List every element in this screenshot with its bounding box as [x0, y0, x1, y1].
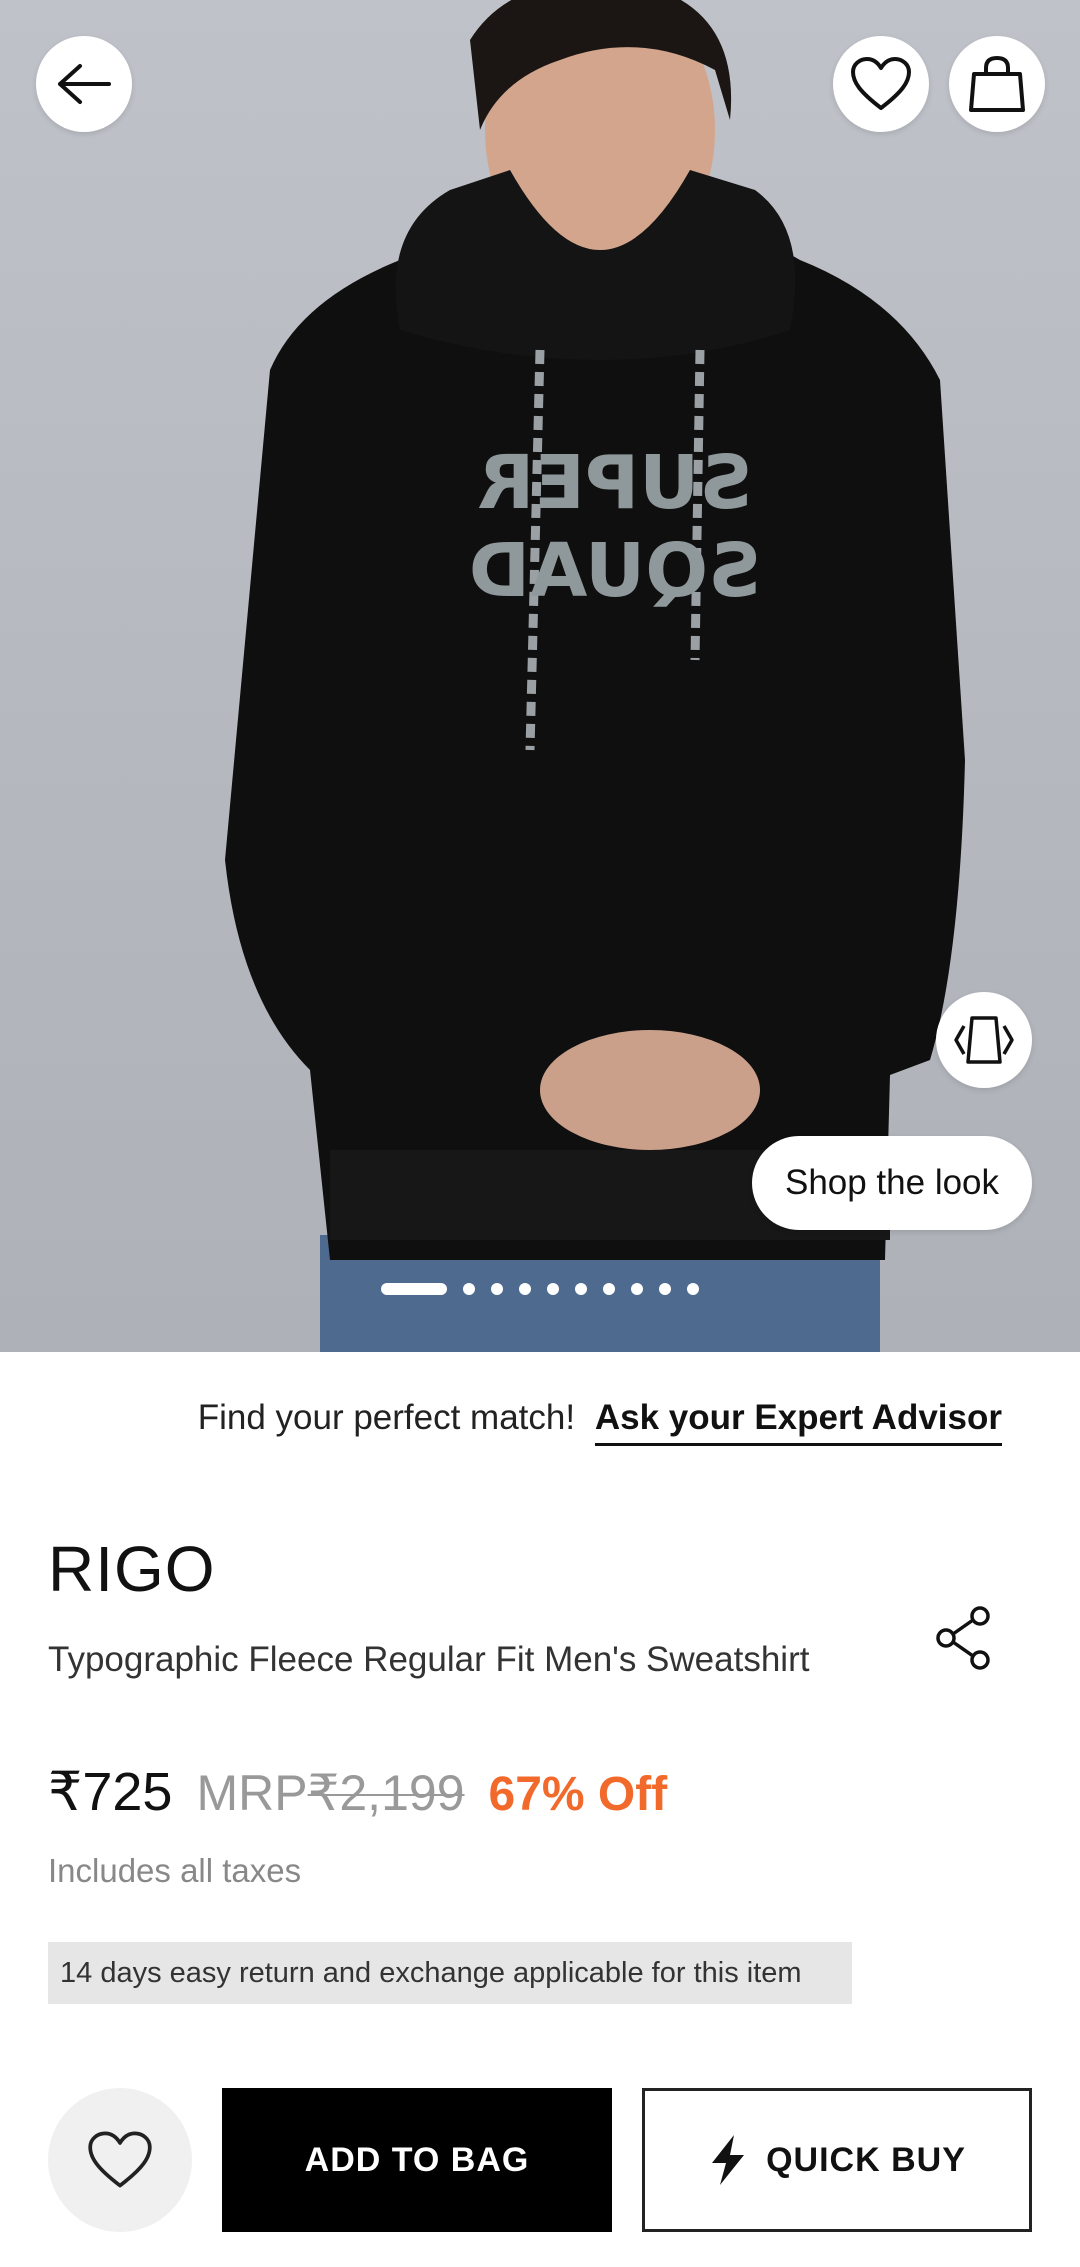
carousel-dot[interactable] [687, 1283, 699, 1295]
shop-the-look-button[interactable]: Shop the look [752, 1136, 1032, 1230]
quick-buy-label: QUICK BUY [766, 2140, 966, 2179]
back-button[interactable] [36, 36, 132, 132]
selling-price: ₹725 [48, 1762, 173, 1822]
mrp: MRP₹2,199 [196, 1764, 464, 1822]
carousel-dot[interactable] [463, 1283, 475, 1295]
3d-view-button[interactable] [936, 992, 1032, 1088]
quick-buy-button[interactable]: QUICK BUY [642, 2088, 1032, 2232]
mrp-value: ₹2,199 [307, 1765, 465, 1821]
carousel-dot[interactable] [603, 1283, 615, 1295]
heart-icon [88, 2131, 152, 2188]
carousel-dot[interactable] [491, 1283, 503, 1295]
arrow-left-icon [58, 64, 111, 104]
carousel-dot-active[interactable] [381, 1283, 447, 1295]
expert-advisor-row: Find your perfect match! Ask your Expert… [0, 1398, 1002, 1446]
mrp-label: MRP [196, 1765, 308, 1821]
wishlist-button-bottom[interactable] [48, 2088, 192, 2232]
expert-advisor-link[interactable]: Ask your Expert Advisor [594, 1398, 1002, 1446]
advisor-prompt: Find your perfect match! [197, 1398, 576, 1437]
3d-view-icon [954, 1016, 1014, 1064]
carousel-dot[interactable] [575, 1283, 587, 1295]
heart-icon [851, 57, 911, 110]
product-image-carousel[interactable]: SUPER SQUAD Shop the look [0, 0, 1080, 1352]
discount-badge: 67% Off [488, 1768, 668, 1821]
bag-button[interactable] [949, 36, 1045, 132]
price-row: ₹725 MRP₹2,199 67% Off [48, 1760, 667, 1823]
wishlist-button[interactable] [833, 36, 929, 132]
shopping-bag-icon [969, 55, 1025, 112]
brand-name[interactable]: RIGO [48, 1532, 216, 1606]
tax-note: Includes all taxes [48, 1852, 302, 1889]
carousel-indicator [0, 1282, 1080, 1296]
shirt-print-line2: SQUAD [469, 528, 762, 614]
share-icon[interactable] [934, 1606, 994, 1670]
add-to-bag-button[interactable]: ADD TO BAG [222, 2088, 612, 2232]
shirt-print-line1: SUPER [477, 440, 752, 526]
carousel-dot[interactable] [547, 1283, 559, 1295]
carousel-dot[interactable] [519, 1283, 531, 1295]
return-policy-note: 14 days easy return and exchange applica… [48, 1942, 852, 2004]
lightning-icon [712, 2135, 745, 2185]
carousel-dot[interactable] [631, 1283, 643, 1295]
carousel-dot[interactable] [659, 1283, 671, 1295]
hands [540, 1030, 760, 1150]
product-title: Typographic Fleece Regular Fit Men's Swe… [48, 1640, 810, 1679]
